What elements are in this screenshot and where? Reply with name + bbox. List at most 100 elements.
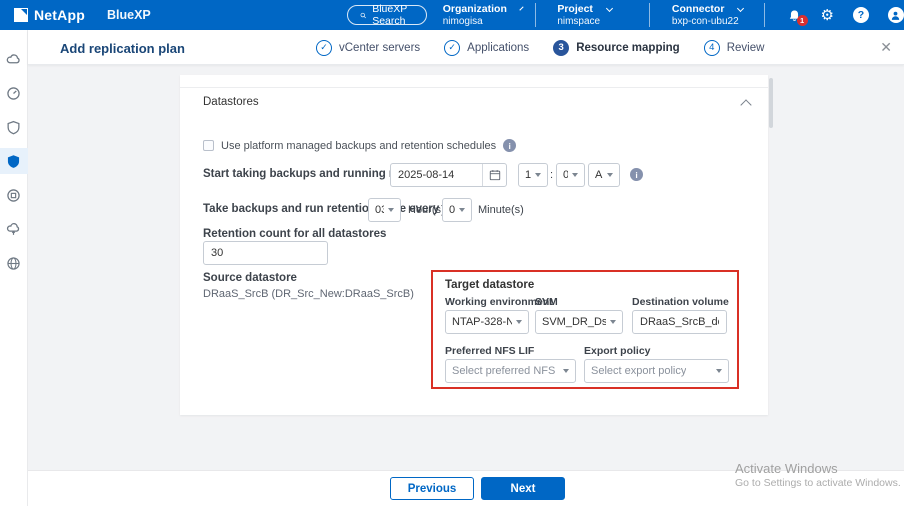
step-number: 3 (553, 40, 569, 56)
help-icon: ? (853, 7, 869, 23)
organization-label: Organization (443, 3, 507, 15)
help-button[interactable]: ? (853, 7, 869, 23)
user-menu-button[interactable] (888, 7, 904, 23)
top-bar: NetApp BlueXP BlueXP Search Organization… (0, 0, 904, 30)
step-resource-mapping[interactable]: 3 Resource mapping (553, 40, 680, 56)
previous-button[interactable]: Previous (390, 477, 474, 500)
step-label: Applications (467, 42, 529, 54)
working-environment-value: NTAP-328-N2 (452, 316, 512, 328)
export-policy-placeholder: Select export policy (591, 365, 686, 377)
time-separator: : (550, 163, 553, 187)
chevron-down-icon (519, 6, 523, 10)
backup-start-hour-select[interactable]: 12 (518, 163, 548, 187)
product-name: BlueXP (107, 8, 151, 22)
app-window: NetApp BlueXP BlueXP Search Organization… (0, 0, 904, 506)
hour-value: 12 (525, 169, 531, 181)
frequency-hours-select[interactable]: 03 (368, 198, 401, 222)
target-datastore-title: Target datastore (445, 279, 534, 291)
chevron-down-icon (516, 320, 522, 324)
minutes-value: 00 (449, 204, 455, 216)
backup-start-meridiem-select[interactable]: AM (588, 163, 620, 187)
cloud-sync-icon (6, 222, 21, 237)
gear-icon: ⚙ (821, 8, 834, 23)
sidebar-item-globe[interactable] (0, 250, 28, 276)
sidebar-item-gauge[interactable] (0, 80, 28, 106)
working-environment-select[interactable]: NTAP-328-N2 (445, 310, 529, 334)
info-icon[interactable]: i (630, 168, 643, 181)
shield-icon (6, 154, 21, 169)
svm-select[interactable]: SVM_DR_Dstn (535, 310, 623, 334)
chevron-down-icon (607, 173, 613, 177)
info-icon[interactable]: i (503, 139, 516, 152)
backup-start-minute-select[interactable]: 00 (556, 163, 585, 187)
divider (180, 87, 768, 88)
platform-backup-checkbox[interactable] (203, 140, 214, 151)
organization-value: nimogisa (443, 16, 521, 27)
chevron-down-icon (388, 208, 394, 212)
search-icon (360, 10, 366, 21)
chevron-down-icon (459, 208, 465, 212)
backup-start-date-field[interactable]: 2025-08-14 (390, 163, 507, 187)
divider (764, 3, 765, 27)
chevron-down-icon (606, 4, 613, 11)
organization-selector[interactable]: Organization nimogisa (443, 3, 521, 27)
target-datastore-box: Target datastore Working environment SVM… (431, 270, 739, 389)
minutes-unit-label: Minute(s) (478, 198, 524, 222)
sidebar-item-cloud-sync[interactable] (0, 216, 28, 242)
gauge-icon (6, 86, 21, 101)
scrollbar[interactable] (769, 78, 773, 128)
search-label: BlueXP Search (372, 3, 414, 27)
source-datastore-label: Source datastore (203, 272, 297, 284)
notifications-button[interactable]: 1 (787, 8, 802, 23)
wizard-stepper: ✓ vCenter servers ✓ Applications 3 Resou… (316, 30, 764, 65)
svm-label: SVM (535, 296, 558, 308)
chevron-down-icon (563, 369, 569, 373)
project-selector[interactable]: Project nimspace (557, 3, 635, 27)
sidebar-item-cloud[interactable] (0, 46, 28, 72)
step-label: Resource mapping (576, 42, 680, 54)
brand-name: NetApp (34, 7, 85, 23)
connector-value: bxp-con-ubu22 (672, 16, 750, 27)
chevron-down-icon (572, 173, 578, 177)
export-policy-select[interactable]: Select export policy (584, 359, 729, 383)
sidebar-item-lifebuoy[interactable] (0, 182, 28, 208)
svm-value: SVM_DR_Dstn (542, 316, 606, 328)
step-vcenter-servers[interactable]: ✓ vCenter servers (316, 40, 420, 56)
calendar-icon[interactable] (482, 164, 506, 186)
preferred-nfs-lif-select[interactable]: Select preferred NFS LIF (445, 359, 576, 383)
meridiem-value: AM (595, 169, 603, 181)
datastores-panel: Datastores Use platform managed backups … (180, 75, 768, 415)
divider (649, 3, 650, 27)
sidebar-item-protection-active[interactable] (0, 148, 28, 174)
bluexp-search[interactable]: BlueXP Search (347, 5, 427, 25)
export-policy-label: Export policy (584, 345, 651, 357)
divider (535, 3, 536, 27)
step-applications[interactable]: ✓ Applications (444, 40, 529, 56)
hours-value: 03 (375, 204, 384, 216)
close-icon[interactable]: ✕ (880, 39, 892, 56)
platform-backup-row: Use platform managed backups and retenti… (203, 139, 516, 152)
activate-windows-watermark: Activate Windows (735, 461, 838, 476)
destination-volume-input[interactable] (632, 310, 727, 334)
page-title: Add replication plan (60, 41, 185, 56)
connector-selector[interactable]: Connector bxp-con-ubu22 (672, 3, 750, 27)
settings-button[interactable]: ⚙ (821, 8, 834, 23)
cloud-icon (6, 52, 21, 67)
sidebar-item-shield-heart[interactable] (0, 114, 28, 140)
step-label: vCenter servers (339, 42, 420, 54)
section-title: Datastores (203, 96, 259, 108)
chevron-up-icon[interactable] (740, 99, 751, 110)
step-completed-icon: ✓ (316, 40, 332, 56)
frequency-minutes-select[interactable]: 00 (442, 198, 472, 222)
chevron-down-icon (716, 369, 722, 373)
lifebuoy-icon (6, 188, 21, 203)
wizard-header: Add replication plan ✓ vCenter servers ✓… (28, 30, 904, 65)
platform-backup-label: Use platform managed backups and retenti… (221, 140, 496, 152)
step-review[interactable]: 4 Review (704, 40, 765, 56)
globe-icon (6, 256, 21, 271)
user-icon (888, 7, 904, 23)
next-button[interactable]: Next (481, 477, 565, 500)
activate-windows-watermark-sub: Go to Settings to activate Windows. (735, 477, 901, 489)
retention-count-input[interactable] (203, 241, 328, 265)
step-completed-icon: ✓ (444, 40, 460, 56)
